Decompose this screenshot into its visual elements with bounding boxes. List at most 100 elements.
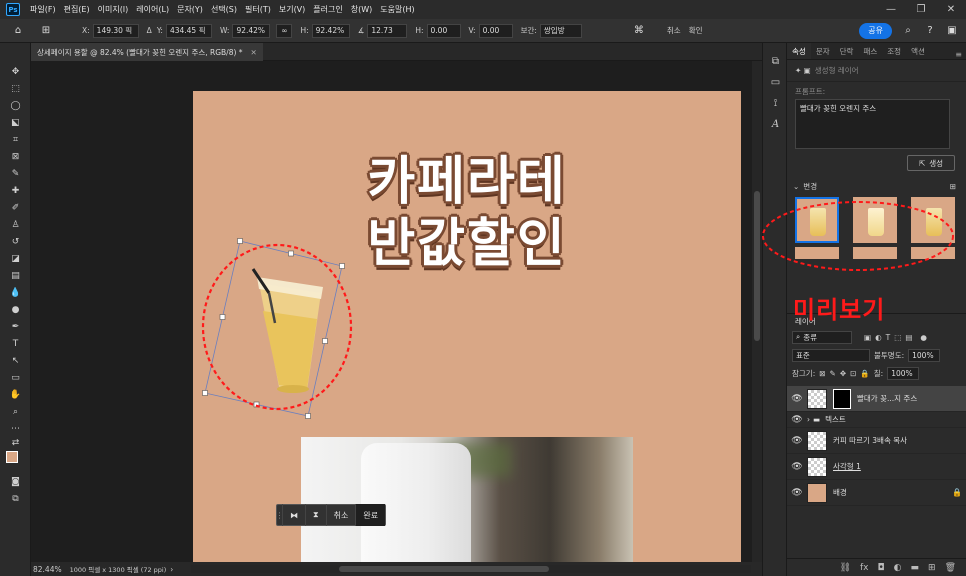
layer-row-rectangle[interactable]: 👁 사각형 1 — [787, 454, 966, 480]
menu-layer[interactable]: 레이어(L) — [132, 4, 173, 15]
close-tab-icon[interactable]: ✕ — [251, 48, 257, 57]
blur-tool-icon[interactable]: 💧 — [0, 284, 31, 301]
visibility-eye-icon[interactable]: 👁 — [787, 436, 807, 446]
panel-menu-icon[interactable]: ≡ — [955, 50, 962, 59]
menu-filter[interactable]: 필터(T) — [241, 4, 275, 15]
height-input[interactable]: 92.42% — [311, 23, 350, 38]
lock-position-icon[interactable]: ✎ — [830, 369, 836, 378]
flip-horizontal-icon[interactable]: ⧓ — [283, 504, 306, 526]
variations-header[interactable]: ⌄ 변경 ⊞ — [787, 179, 966, 193]
more-tools-icon[interactable]: ⋯ — [0, 420, 31, 437]
blend-mode-select[interactable]: 표준 — [792, 348, 870, 362]
filter-adjust-icon[interactable]: ◐ — [875, 333, 882, 342]
type-tool-icon[interactable]: T — [0, 335, 31, 352]
screen-mode-icon[interactable]: ⧉ — [0, 490, 31, 507]
vertical-scrollbar[interactable] — [752, 61, 762, 562]
delta-icon[interactable]: Δ — [147, 26, 152, 35]
home-icon[interactable]: ⌂ — [10, 23, 26, 39]
layer-kind-filter[interactable]: ⌕ 종류 — [792, 330, 852, 344]
share-button[interactable]: 공유 — [859, 22, 892, 39]
grid-view-icon[interactable]: ⊞ — [950, 182, 956, 191]
angle-input[interactable]: 12.73 — [367, 23, 408, 38]
chevron-down-icon[interactable]: ⌄ — [793, 182, 799, 191]
layer-row-text-group[interactable]: 👁 › ▬ 텍스트 — [787, 412, 966, 428]
opacity-input[interactable]: 100% — [908, 348, 941, 362]
transform-done-button[interactable]: 완료 — [356, 504, 386, 526]
quick-mask-icon[interactable]: ◙ — [0, 473, 31, 490]
visibility-eye-icon[interactable]: 👁 — [787, 394, 807, 404]
menu-file[interactable]: 파일(F) — [26, 4, 60, 15]
new-group-icon[interactable]: ▬ — [911, 563, 920, 573]
horizontal-scrollbar[interactable] — [191, 565, 751, 573]
chevron-right-icon[interactable]: › — [807, 415, 810, 424]
tab-paragraph[interactable]: 단락 — [835, 43, 859, 59]
path-select-tool-icon[interactable]: ↖ — [0, 352, 31, 369]
new-layer-icon[interactable]: ⊞ — [928, 563, 936, 573]
filter-type-icon[interactable]: T — [886, 333, 891, 342]
fx-icon[interactable]: fx — [860, 563, 869, 573]
minimize-icon[interactable]: — — [876, 0, 906, 19]
flip-vertical-icon[interactable]: ⧗ — [306, 504, 327, 526]
filter-pixel-icon[interactable]: ▣ — [864, 333, 871, 342]
rectangle-tool-icon[interactable]: ▭ — [0, 369, 31, 386]
close-icon[interactable]: ✕ — [936, 0, 966, 19]
foreground-color-swatch[interactable] — [6, 451, 18, 463]
menu-view[interactable]: 보기(V) — [275, 4, 309, 15]
document-tab[interactable]: 상세페이지 용할 @ 82.4% (빨대가 꽂힌 오렌지 주스, RGB/8) … — [31, 43, 263, 61]
y-input[interactable]: 434.45 픽 — [165, 23, 212, 38]
lock-artboard-icon[interactable]: ⊡ — [850, 369, 856, 378]
history-panel-icon[interactable]: ⧉ — [763, 51, 788, 72]
filter-toggle-icon[interactable]: ● — [920, 333, 927, 342]
tab-character[interactable]: 문자 — [811, 43, 835, 59]
menu-window[interactable]: 창(W) — [347, 4, 377, 15]
status-arrow-icon[interactable]: › — [170, 565, 173, 574]
layer-row-juice[interactable]: 👁 빨대가 꽂...지 주스 — [787, 386, 966, 412]
object-select-tool-icon[interactable]: ⬕ — [0, 114, 31, 131]
healing-tool-icon[interactable]: ✚ — [0, 182, 31, 199]
cancel-transform-button[interactable]: 취소 — [667, 25, 681, 36]
vskew-input[interactable]: 0.00 — [478, 23, 513, 38]
link-icon[interactable]: ∞ — [276, 23, 293, 38]
history-brush-tool-icon[interactable]: ↺ — [0, 233, 31, 250]
tab-adjustments[interactable]: 조정 — [882, 43, 906, 59]
horizontal-scroll-thumb[interactable] — [339, 566, 549, 572]
maximize-icon[interactable]: ❐ — [906, 0, 936, 19]
transform-cancel-button[interactable]: 취소 — [327, 504, 357, 526]
layer-row-coffee-video[interactable]: 👁 커피 따르기 3배속 복사 — [787, 428, 966, 454]
eraser-tool-icon[interactable]: ◪ — [0, 250, 31, 267]
visibility-eye-icon[interactable]: 👁 — [787, 415, 807, 425]
glyphs-panel-icon[interactable]: ⟟ — [763, 93, 788, 114]
filter-shape-icon[interactable]: ⬚ — [894, 333, 901, 342]
zoom-level[interactable]: 82.44% — [33, 565, 62, 574]
lasso-tool-icon[interactable]: ◯ — [0, 97, 31, 114]
lock-pixels-icon[interactable]: ⊠ — [819, 369, 825, 378]
lock-all-icon[interactable]: 🔒 — [860, 369, 869, 378]
move-tool-icon[interactable]: ✥ — [0, 63, 31, 80]
frame-tool-icon[interactable]: ⊠ — [0, 148, 31, 165]
hskew-input[interactable]: 0.00 — [426, 23, 461, 38]
delete-layer-icon[interactable]: 🗑 — [945, 563, 956, 573]
brush-tool-icon[interactable]: ✐ — [0, 199, 31, 216]
commit-transform-button[interactable]: 확인 — [689, 25, 703, 36]
menu-select[interactable]: 선택(S) — [207, 4, 241, 15]
swap-colors-icon[interactable]: ⇄ — [0, 437, 31, 449]
color-swatches[interactable] — [0, 449, 30, 473]
orange-juice-glass-image[interactable] — [251, 268, 323, 393]
visibility-eye-icon[interactable]: 👁 — [787, 488, 807, 498]
stamp-tool-icon[interactable]: ♙ — [0, 216, 31, 233]
generate-button[interactable]: ⇱ 생성 — [907, 155, 955, 171]
dodge-tool-icon[interactable]: ● — [0, 301, 31, 318]
menu-image[interactable]: 이미지(I) — [94, 4, 133, 15]
workspace-icon[interactable]: ▣ — [944, 23, 960, 39]
prompt-input[interactable]: 빨대가 꽂힌 오렌지 주스 — [795, 99, 950, 149]
search-icon[interactable]: ⌕ — [900, 23, 916, 39]
fill-input[interactable]: 100% — [887, 366, 920, 380]
reference-point-icon[interactable]: ⊞ — [38, 23, 54, 39]
marquee-tool-icon[interactable]: ⬚ — [0, 80, 31, 97]
menu-edit[interactable]: 편집(E) — [60, 4, 94, 15]
interpolation-select[interactable]: 쌍입방 — [539, 23, 582, 38]
character-panel-icon[interactable]: A — [763, 114, 788, 135]
layer-mask-thumbnail[interactable] — [833, 388, 851, 409]
canvas-area[interactable]: 카페라테 반값할인 ⋮ ⧓ ⧗ 취소 완료 — [31, 61, 752, 562]
comments-panel-icon[interactable]: ▭ — [763, 72, 788, 93]
